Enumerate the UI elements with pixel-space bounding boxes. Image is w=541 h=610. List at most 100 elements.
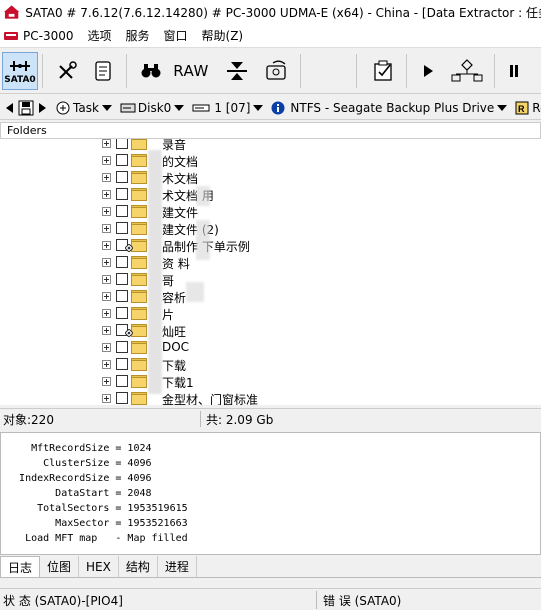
tab-log[interactable]: 日志 (0, 556, 41, 577)
folder-tree: 录音 的文档 术文档 术文档 用建文件 建文件 (2) 品制作 下单示例 资 料哥容析片灿… (0, 139, 541, 405)
search-button[interactable] (136, 54, 166, 88)
info-icon (271, 101, 285, 114)
tree-checkbox[interactable] (116, 188, 128, 200)
disk-scan-button[interactable] (262, 54, 292, 88)
root-folder-icon: R (515, 101, 529, 114)
expand-icon[interactable] (102, 377, 111, 386)
disk-dropdown[interactable]: Disk0 (120, 100, 185, 115)
tree-checkbox[interactable] (116, 154, 128, 166)
tab-bitmap[interactable]: 位图 (40, 556, 80, 577)
tree-row[interactable]: 片 (0, 305, 541, 322)
tab-hex[interactable]: HEX (79, 556, 119, 577)
raw-button[interactable]: RAW (172, 54, 210, 88)
tree-row[interactable]: 术文档 (0, 169, 541, 186)
tree-checkbox[interactable] (116, 273, 128, 285)
tree-checkbox[interactable] (116, 139, 128, 149)
forward-button[interactable] (38, 102, 48, 114)
expand-icon[interactable] (102, 156, 111, 165)
expand-icon[interactable] (102, 275, 111, 284)
redaction-overlay (196, 186, 210, 206)
sata0-port-button[interactable]: SATA0 (2, 52, 38, 90)
expand-icon[interactable] (102, 173, 111, 182)
export-icon (374, 60, 392, 81)
merge-button[interactable] (222, 54, 252, 88)
expand-icon[interactable] (102, 292, 111, 301)
tree-row[interactable]: DOC (0, 339, 541, 356)
save-button[interactable] (18, 100, 34, 116)
pause-button[interactable] (502, 54, 526, 88)
task-label: Task (73, 100, 99, 115)
log-line: TotalSectors = 1953519615 (1, 503, 188, 514)
tree-row[interactable]: 录音 (0, 139, 541, 152)
tree-row[interactable]: 建文件 (0, 203, 541, 220)
back-button[interactable] (4, 102, 14, 114)
redaction-overlay (186, 282, 204, 302)
tree-checkbox[interactable] (116, 341, 128, 353)
tree-button[interactable] (448, 54, 486, 88)
log-line: DataStart = 2048 (1, 488, 152, 499)
tree-row[interactable]: 下载 (0, 356, 541, 373)
menu-help[interactable]: 帮助(Z) (202, 27, 244, 44)
tree-checkbox[interactable] (116, 256, 128, 268)
task-dropdown[interactable]: Task (56, 101, 112, 115)
folder-name: 哥 (162, 274, 175, 288)
tree-row[interactable]: 术文档 用 (0, 186, 541, 203)
log-line: IndexRecordSize = 4096 (1, 473, 152, 484)
disk-label: Disk0 (137, 100, 172, 115)
root-dropdown[interactable]: R Roo (515, 101, 541, 115)
tree-checkbox[interactable] (116, 307, 128, 319)
tree-row[interactable]: 的文档 (0, 152, 541, 169)
tree-row[interactable]: 容析 (0, 288, 541, 305)
tree-row[interactable]: 品制作 下单示例 (0, 237, 541, 254)
menu-pc3000[interactable]: PC-3000 (4, 29, 73, 43)
tree-row[interactable]: 灿旺 (0, 322, 541, 339)
tools-button[interactable] (52, 54, 82, 88)
objects-count: 对象:220 (3, 413, 54, 427)
expand-icon[interactable] (102, 190, 111, 199)
scroll-button[interactable] (88, 54, 118, 88)
state-status: 状 态 (SATA0)-[PIO4] (3, 594, 123, 608)
folder-icon (131, 256, 147, 269)
tab-process[interactable]: 进程 (158, 556, 197, 577)
tree-row[interactable]: 建文件 (2) (0, 220, 541, 237)
expand-icon[interactable] (102, 258, 111, 267)
tree-checkbox[interactable] (116, 171, 128, 183)
expand-icon[interactable] (102, 360, 111, 369)
filesystem-dropdown[interactable]: NTFS - Seagate Backup Plus Drive (271, 101, 508, 115)
expand-icon[interactable] (102, 326, 111, 335)
menu-window[interactable]: 窗口 (164, 27, 188, 44)
tree-checkbox[interactable] (116, 392, 128, 404)
folder-icon (131, 222, 147, 235)
folder-name: 录音 (162, 139, 187, 152)
expand-icon[interactable] (102, 394, 111, 403)
tree-row[interactable]: 金型材、门窗标准 (0, 390, 541, 405)
tree-row[interactable]: 哥 (0, 271, 541, 288)
tree-row[interactable]: 资 料 (0, 254, 541, 271)
folder-name: 片 (162, 308, 175, 322)
folder-name: 下载 (162, 359, 187, 373)
redaction-overlay (148, 150, 162, 394)
expand-icon[interactable] (102, 343, 111, 352)
expand-icon[interactable] (102, 207, 111, 216)
pause-icon (510, 65, 518, 77)
expand-icon[interactable] (102, 224, 111, 233)
disk-scan-icon (266, 60, 286, 80)
tree-checkbox[interactable] (116, 358, 128, 370)
folder-icon (131, 392, 147, 405)
tree-row[interactable]: 下载1 (0, 373, 541, 390)
play-button[interactable] (416, 54, 440, 88)
expand-icon[interactable] (102, 309, 111, 318)
tree-checkbox[interactable] (116, 290, 128, 302)
menu-options[interactable]: 选项 (87, 27, 111, 44)
expand-icon[interactable] (102, 241, 111, 250)
partition-dropdown[interactable]: 1 [07] (192, 101, 264, 115)
folder-name: 建文件 (162, 206, 199, 220)
tree-checkbox[interactable] (116, 222, 128, 234)
expand-icon[interactable] (102, 139, 111, 148)
tab-structure[interactable]: 结构 (119, 556, 158, 577)
tree-checkbox[interactable] (116, 375, 128, 387)
folders-header: Folders (0, 122, 541, 139)
menu-service[interactable]: 服务 (126, 27, 150, 44)
export-button[interactable] (368, 54, 398, 88)
tree-checkbox[interactable] (116, 205, 128, 217)
